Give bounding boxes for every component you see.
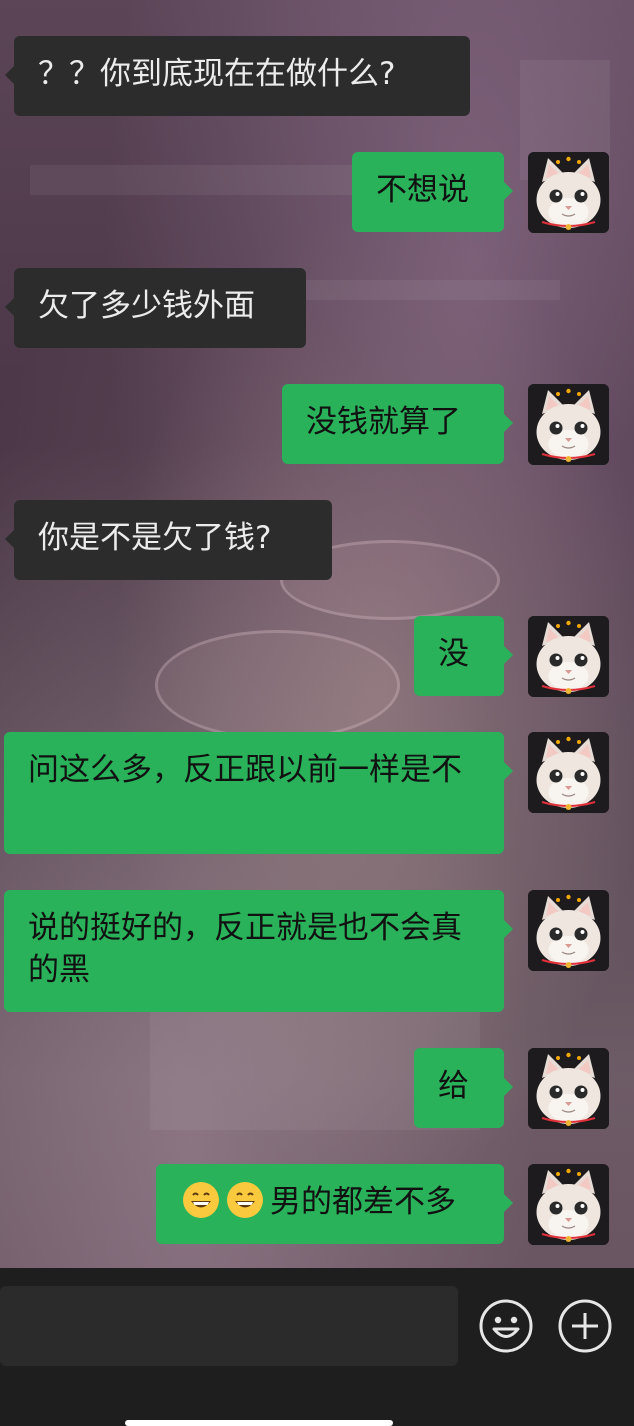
message-input[interactable] [0, 1286, 458, 1366]
message-text: 没钱就算了 [306, 404, 461, 440]
plus-circle-icon[interactable] [557, 1298, 613, 1354]
message-bubble-outgoing[interactable]: 问这么多，反正跟以前一样是不 [4, 732, 513, 854]
message-bubble-outgoing[interactable]: 给 [414, 1048, 513, 1128]
message-text: 欠了多少钱外面 [38, 288, 255, 324]
message-bubble-outgoing[interactable]: 男的都差不多 [156, 1164, 513, 1244]
message-bubble-outgoing[interactable]: 没 [414, 616, 513, 696]
message-list[interactable]: ？？你到底现在在做什么? 不想说 欠了多少钱外面 没钱就算了 你是不是欠了钱? … [0, 0, 634, 1268]
message-bubble-outgoing[interactable]: 不想说 [352, 152, 513, 232]
cat-avatar[interactable] [528, 890, 609, 971]
cat-avatar[interactable] [528, 384, 609, 465]
message-text: 不想说 [376, 172, 469, 208]
message-text: 男的都差不多 [270, 1184, 456, 1220]
message-text: 给 [438, 1068, 469, 1104]
message-bubble-outgoing[interactable]: 没钱就算了 [282, 384, 513, 464]
cat-avatar[interactable] [528, 732, 609, 813]
message-text: ？？你到底现在在做什么? [38, 56, 396, 92]
cat-avatar[interactable] [528, 1164, 609, 1245]
grinning-face-icon [226, 1181, 264, 1219]
grinning-face-icon [182, 1181, 220, 1219]
message-bubble-incoming[interactable]: 你是不是欠了钱? [5, 500, 332, 580]
cat-avatar[interactable] [528, 616, 609, 697]
message-text: 没 [438, 636, 469, 672]
message-bubble-outgoing[interactable]: 说的挺好的，反正就是也不会真的黑 [4, 890, 513, 1012]
message-bubble-incoming[interactable]: 欠了多少钱外面 [5, 268, 306, 348]
message-bubble-incoming[interactable]: ？？你到底现在在做什么? [5, 36, 470, 116]
message-text: 说的挺好的，反正就是也不会真的黑 [28, 910, 462, 988]
home-indicator[interactable] [125, 1420, 393, 1426]
message-text: 问这么多，反正跟以前一样是不 [28, 752, 462, 788]
cat-avatar[interactable] [528, 1048, 609, 1129]
smiley-icon[interactable] [478, 1298, 534, 1354]
input-bar [0, 1268, 634, 1426]
message-text: 你是不是欠了钱? [38, 520, 272, 556]
cat-avatar[interactable] [528, 152, 609, 233]
